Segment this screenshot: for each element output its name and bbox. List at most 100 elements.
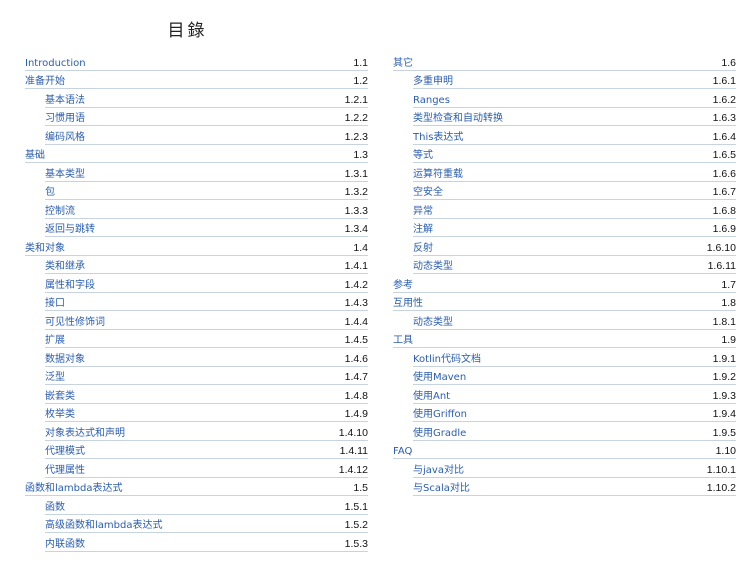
toc-entry-link[interactable]: This表达式 [413,128,463,143]
toc-entry-link[interactable]: 高级函数和lambda表达式 [45,516,162,531]
toc-entry[interactable]: 反射 1.6.10 [413,237,736,256]
toc-entry[interactable]: 异常 1.6.8 [413,200,736,219]
toc-entry[interactable]: 动态类型 1.8.1 [413,311,736,330]
toc-entry[interactable]: Introduction 1.1 [25,52,368,71]
toc-entry-link[interactable]: Ranges [413,95,450,106]
toc-entry-link[interactable]: 函数 [45,498,65,513]
toc-entry-link[interactable]: 扩展 [45,331,65,346]
toc-entry-link[interactable]: 注解 [413,220,433,235]
toc-entry[interactable]: 高级函数和lambda表达式 1.5.2 [45,515,368,533]
toc-entry[interactable]: 编码风格 1.2.3 [45,126,368,145]
toc-entry[interactable]: 使用Maven 1.9.2 [413,367,736,385]
toc-entry[interactable]: Ranges 1.6.2 [413,89,736,108]
toc-entry-link[interactable]: 嵌套类 [45,387,75,402]
toc-entry[interactable]: 注解 1.6.9 [413,219,736,237]
toc-entry-link[interactable]: FAQ [393,446,412,457]
toc-entry[interactable]: 类和对象 1.4 [25,237,368,256]
toc-entry-link[interactable]: 基础 [25,146,45,161]
toc-entry-link[interactable]: 互用性 [393,294,423,309]
toc-entry[interactable]: 与Scala对比 1.10.2 [413,478,736,496]
toc-entry-link[interactable]: 使用Ant [413,387,450,402]
toc-entry-link[interactable]: 动态类型 [413,313,453,328]
toc-entry-link[interactable]: 接口 [45,294,65,309]
toc-entry-link[interactable]: 数据对象 [45,350,85,365]
toc-entry[interactable]: 习惯用语 1.2.2 [45,108,368,126]
toc-entry-link[interactable]: 动态类型 [413,257,453,272]
toc-entry-link[interactable]: 使用Maven [413,368,466,383]
toc-entry[interactable]: 函数 1.5.1 [45,496,368,515]
toc-entry[interactable]: 包 1.3.2 [45,182,368,200]
toc-entry-link[interactable]: 类和对象 [25,239,65,254]
toc-entry[interactable]: 泛型 1.4.7 [45,367,368,385]
toc-entry-link[interactable]: 代理模式 [45,442,85,457]
toc-entry-link[interactable]: 基本类型 [45,165,85,180]
toc-entry[interactable]: 返回与跳转 1.3.4 [45,219,368,237]
toc-entry-link[interactable]: 代理属性 [45,461,85,476]
toc-entry[interactable]: 接口 1.4.3 [45,293,368,311]
toc-entry[interactable]: 函数和lambda表达式 1.5 [25,478,368,496]
toc-entry[interactable]: 其它 1.6 [393,52,736,71]
toc-entry[interactable]: 互用性 1.8 [393,293,736,311]
toc-entry-link[interactable]: 与Scala对比 [413,479,470,494]
toc-entry[interactable]: 基本类型 1.3.1 [45,163,368,182]
toc-entry-link[interactable]: 可见性修饰词 [45,313,105,328]
toc-entry[interactable]: 枚举类 1.4.9 [45,404,368,422]
toc-entry-link[interactable]: 类型检查和自动转换 [413,109,503,124]
toc-entry[interactable]: 工具 1.9 [393,330,736,348]
toc-entry[interactable]: 可见性修饰词 1.4.4 [45,311,368,330]
toc-entry-link[interactable]: 类和继承 [45,257,85,272]
toc-entry-link[interactable]: 函数和lambda表达式 [25,479,122,494]
toc-entry[interactable]: 嵌套类 1.4.8 [45,385,368,404]
toc-entry[interactable]: 代理属性 1.4.12 [45,459,368,478]
toc-entry[interactable]: 使用Griffon 1.9.4 [413,404,736,422]
toc-entry-link[interactable]: 对象表达式和声明 [45,424,125,439]
toc-entry[interactable]: 内联函数 1.5.3 [45,533,368,552]
toc-entry[interactable]: 扩展 1.4.5 [45,330,368,348]
toc-entry-link[interactable]: 基本语法 [45,91,85,106]
toc-entry-link[interactable]: Introduction [25,58,86,69]
toc-entry[interactable]: This表达式 1.6.4 [413,126,736,145]
toc-entry-link[interactable]: 多重申明 [413,72,453,87]
toc-entry[interactable]: 数据对象 1.4.6 [45,348,368,367]
toc-entry-link[interactable]: 使用Griffon [413,405,467,420]
toc-entry[interactable]: 与java对比 1.10.1 [413,459,736,478]
toc-entry[interactable]: 多重申明 1.6.1 [413,71,736,89]
toc-entry[interactable]: 参考 1.7 [393,274,736,293]
toc-entry[interactable]: 属性和字段 1.4.2 [45,274,368,293]
toc-entry[interactable]: 控制流 1.3.3 [45,200,368,219]
toc-entry[interactable]: 类型检查和自动转换 1.6.3 [413,108,736,126]
toc-entry[interactable]: 动态类型 1.6.11 [413,256,736,274]
toc-entry-link[interactable]: 使用Gradle [413,424,466,439]
toc-entry-link[interactable]: 枚举类 [45,405,75,420]
toc-entry-link[interactable]: 异常 [413,202,433,217]
toc-entry-link[interactable]: 编码风格 [45,128,85,143]
toc-entry-link[interactable]: 反射 [413,239,433,254]
toc-entry-link[interactable]: 参考 [393,276,413,291]
toc-entry[interactable]: Kotlin代码文档 1.9.1 [413,348,736,367]
toc-entry-link[interactable]: 泛型 [45,368,65,383]
toc-entry[interactable]: 运算符重载 1.6.6 [413,163,736,182]
toc-entry-link[interactable]: 运算符重载 [413,165,463,180]
toc-entry-link[interactable]: 习惯用语 [45,109,85,124]
toc-entry-link[interactable]: 准备开始 [25,72,65,87]
toc-entry-link[interactable]: Kotlin代码文档 [413,350,481,365]
toc-entry[interactable]: 代理模式 1.4.11 [45,441,368,459]
toc-entry-link[interactable]: 与java对比 [413,461,464,476]
toc-entry-link[interactable]: 等式 [413,146,433,161]
toc-entry-link[interactable]: 返回与跳转 [45,220,95,235]
toc-entry[interactable]: 空安全 1.6.7 [413,182,736,200]
toc-entry[interactable]: 基础 1.3 [25,145,368,163]
toc-entry-link[interactable]: 控制流 [45,202,75,217]
toc-entry[interactable]: 使用Ant 1.9.3 [413,385,736,404]
toc-entry[interactable]: 使用Gradle 1.9.5 [413,422,736,441]
toc-entry[interactable]: 基本语法 1.2.1 [45,89,368,108]
toc-entry-link[interactable]: 属性和字段 [45,276,95,291]
toc-entry[interactable]: 对象表达式和声明 1.4.10 [45,422,368,441]
toc-entry-link[interactable]: 工具 [393,331,413,346]
toc-entry-link[interactable]: 空安全 [413,183,443,198]
toc-entry[interactable]: FAQ 1.10 [393,441,736,459]
toc-entry[interactable]: 等式 1.6.5 [413,145,736,163]
toc-entry-link[interactable]: 其它 [393,54,413,69]
toc-entry[interactable]: 类和继承 1.4.1 [45,256,368,274]
toc-entry[interactable]: 准备开始 1.2 [25,71,368,89]
